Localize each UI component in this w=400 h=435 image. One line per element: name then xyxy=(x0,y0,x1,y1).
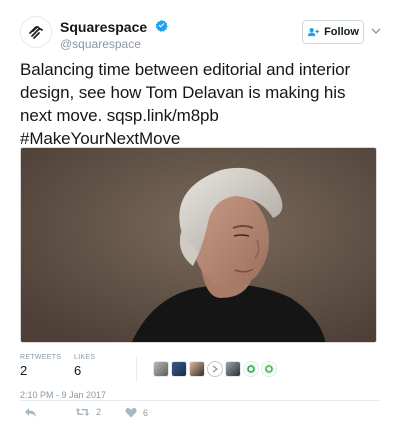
reply-button[interactable] xyxy=(24,407,37,418)
follow-label: Follow xyxy=(324,26,359,38)
retweet-icon xyxy=(75,408,90,416)
retweets-stat[interactable]: RETWEETS 2 xyxy=(20,354,61,378)
tweet-actions: 2 6 xyxy=(20,405,380,427)
liker-avatar[interactable] xyxy=(225,361,241,377)
liker-avatar[interactable] xyxy=(243,361,259,377)
like-button[interactable]: 6 xyxy=(125,407,148,418)
likes-stat[interactable]: LIKES 6 xyxy=(74,354,95,378)
likes-count: 6 xyxy=(74,363,82,378)
like-count: 6 xyxy=(143,407,149,418)
handle: @squarespace xyxy=(60,37,141,51)
tweet-header: Squarespace @squarespace Follow xyxy=(20,16,382,51)
squarespace-logo-icon xyxy=(29,26,43,39)
reply-icon xyxy=(25,408,36,417)
more-options-icon[interactable] xyxy=(370,25,382,37)
liker-avatar[interactable] xyxy=(207,361,223,377)
liker-avatar[interactable] xyxy=(171,361,187,377)
heart-icon xyxy=(125,407,137,418)
follow-button[interactable]: Follow xyxy=(302,20,364,44)
verified-badge-icon xyxy=(155,20,168,33)
tweet-photo[interactable] xyxy=(20,147,377,343)
add-person-icon xyxy=(308,28,320,37)
avatar[interactable] xyxy=(20,16,52,48)
divider xyxy=(20,400,380,401)
portrait-image xyxy=(21,148,376,342)
retweets-label: RETWEETS xyxy=(20,354,62,361)
retweet-count: 2 xyxy=(96,407,102,417)
liker-avatar[interactable] xyxy=(261,361,277,377)
tweet-timestamp[interactable]: 2:10 PM - 9 Jan 2017 xyxy=(20,390,106,400)
retweets-count: 2 xyxy=(20,363,28,378)
tweet-stats: RETWEETS 2 LIKES 6 xyxy=(20,354,382,384)
tweet-card: Squarespace @squarespace Follow Balancin… xyxy=(0,0,400,435)
account-info[interactable]: Squarespace @squarespace xyxy=(60,18,168,51)
display-name[interactable]: Squarespace xyxy=(60,19,147,35)
retweet-button[interactable]: 2 xyxy=(75,407,101,417)
likes-label: LIKES xyxy=(74,354,96,361)
stats-divider xyxy=(136,356,137,382)
tweet-text: Balancing time between editorial and int… xyxy=(20,60,351,148)
liker-avatars xyxy=(153,361,277,377)
liker-avatar[interactable] xyxy=(153,361,169,377)
liker-avatar[interactable] xyxy=(189,361,205,377)
